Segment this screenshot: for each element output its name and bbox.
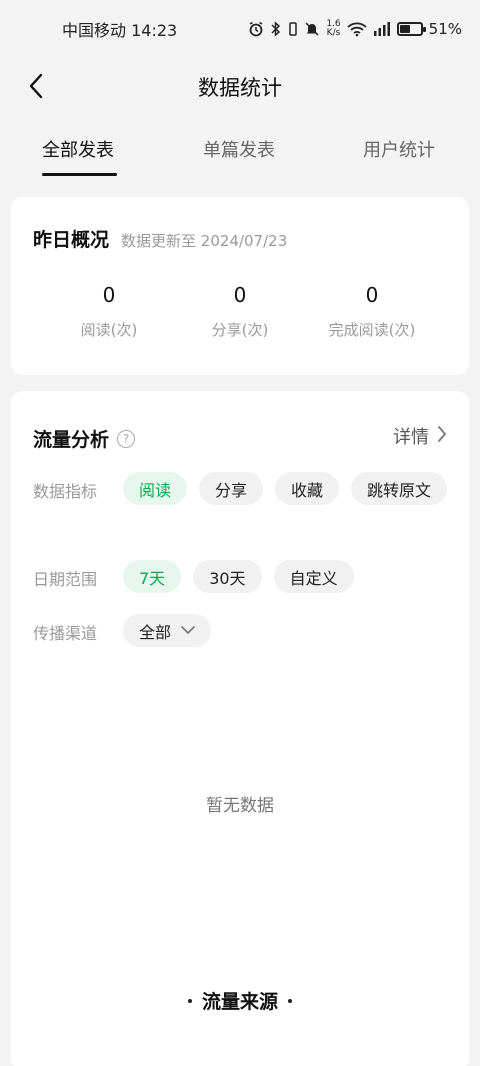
stat-reads: 0 阅读(次) bbox=[44, 283, 174, 340]
battery-fill bbox=[399, 25, 410, 33]
bullet-dot bbox=[288, 998, 292, 1003]
chip-metric-jump-original[interactable]: 跳转原文 bbox=[351, 472, 448, 505]
traffic-card: 流量分析 ? 详情 数据指标 阅读 分享 收藏 跳转原文 日期范围 7天 30天… bbox=[11, 391, 469, 1066]
signal-icon bbox=[373, 21, 391, 37]
status-bar: 中国移动 14:23 1.6 K/s 51% bbox=[0, 0, 480, 58]
traffic-source-title: 流量来源 bbox=[201, 991, 278, 1013]
channel-chips: 全部 bbox=[123, 614, 453, 647]
chip-metric-read[interactable]: 阅读 bbox=[123, 472, 188, 505]
date-range-chips: 7天 30天 自定义 bbox=[123, 560, 453, 593]
help-icon[interactable]: ? bbox=[117, 429, 136, 448]
net-speed: 1.6 K/s bbox=[326, 20, 340, 38]
stat-completed-reads: 0 完成阅读(次) bbox=[307, 283, 437, 340]
tab-single-post[interactable]: 单篇发表 bbox=[203, 136, 275, 162]
traffic-title: 流量分析 bbox=[33, 429, 110, 451]
page-title: 数据统计 bbox=[198, 76, 282, 100]
bullet-dot bbox=[187, 998, 192, 1003]
net-speed-unit: K/s bbox=[326, 28, 341, 38]
header: 数据统计 bbox=[0, 58, 480, 118]
chip-metric-favorite[interactable]: 收藏 bbox=[275, 472, 340, 505]
date-range-label: 日期范围 bbox=[33, 570, 98, 589]
battery-icon bbox=[396, 22, 426, 36]
stat-label: 分享(次) bbox=[211, 321, 269, 339]
tab-all-posts[interactable]: 全部发表 bbox=[42, 136, 114, 162]
tab-user-stats[interactable]: 用户统计 bbox=[363, 136, 435, 162]
overview-card: 昨日概况 数据更新至 2024/07/23 0 阅读(次) 0 分享(次) 0 … bbox=[11, 197, 469, 375]
stat-label: 完成阅读(次) bbox=[328, 321, 416, 339]
mute-icon bbox=[304, 21, 320, 37]
battery-percent: 51% bbox=[428, 20, 462, 38]
chevron-down-icon bbox=[181, 626, 195, 635]
chip-date-30d[interactable]: 30天 bbox=[193, 560, 262, 593]
detail-label: 详情 bbox=[393, 427, 429, 448]
overview-title: 昨日概况 bbox=[33, 229, 110, 251]
traffic-source-heading: 流量来源 bbox=[11, 987, 469, 1014]
channel-value: 全部 bbox=[139, 622, 172, 642]
active-tab-indicator bbox=[42, 173, 117, 176]
channel-label: 传播渠道 bbox=[33, 624, 98, 643]
stat-shares: 0 分享(次) bbox=[175, 283, 305, 340]
chip-date-custom[interactable]: 自定义 bbox=[273, 560, 354, 593]
empty-state-text: 暂无数据 bbox=[206, 796, 274, 816]
chip-date-7d[interactable]: 7天 bbox=[123, 560, 182, 593]
overview-header: 昨日概况 数据更新至 2024/07/23 bbox=[33, 225, 287, 252]
bluetooth-icon bbox=[270, 21, 282, 37]
stat-value: 0 bbox=[365, 283, 379, 307]
carrier-time: 中国移动 14:23 bbox=[62, 21, 178, 40]
stat-value: 0 bbox=[233, 283, 247, 307]
metrics-label: 数据指标 bbox=[33, 482, 98, 501]
stat-value: 0 bbox=[102, 283, 116, 307]
stat-label: 阅读(次) bbox=[80, 321, 138, 339]
detail-link[interactable]: 详情 bbox=[393, 423, 447, 449]
alarm-icon bbox=[248, 21, 264, 37]
status-icons: 1.6 K/s 51% bbox=[248, 20, 462, 38]
update-note: 数据更新至 2024/07/23 bbox=[121, 232, 288, 250]
vibrate-icon bbox=[288, 21, 298, 37]
traffic-header: 流量分析 ? bbox=[33, 425, 136, 452]
metrics-chips: 阅读 分享 收藏 跳转原文 bbox=[123, 472, 453, 505]
tab-bar: 全部发表 单篇发表 用户统计 bbox=[0, 128, 480, 180]
wifi-icon bbox=[347, 21, 367, 37]
chevron-right-icon bbox=[437, 425, 447, 448]
channel-dropdown[interactable]: 全部 bbox=[123, 614, 212, 647]
chip-metric-share[interactable]: 分享 bbox=[199, 472, 264, 505]
